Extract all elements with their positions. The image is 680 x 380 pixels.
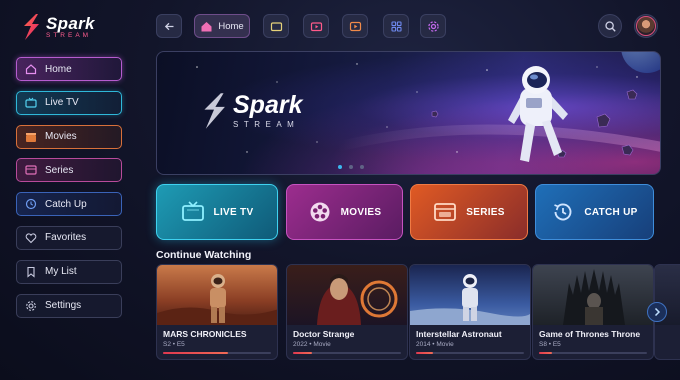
play-icon (349, 21, 361, 31)
carousel-dot[interactable] (360, 165, 364, 169)
live-tv-icon (310, 21, 322, 31)
video-button[interactable] (342, 14, 368, 38)
continue-watching-card[interactable]: MARS CHRONICLES S2 • E5 (156, 264, 278, 360)
card-meta: 2014 • Movie (416, 341, 454, 348)
settings-button[interactable] (420, 14, 446, 38)
film-reel-icon (310, 202, 330, 222)
continue-watching-card[interactable]: Doctor Strange 2022 • Movie (286, 264, 408, 360)
card-title: MARS CHRONICLES (163, 329, 247, 339)
search-icon (604, 20, 616, 32)
tv-button[interactable] (263, 14, 289, 38)
carousel-dot[interactable] (349, 165, 353, 169)
heart-icon (25, 233, 37, 244)
scroll-right-button[interactable] (647, 302, 667, 322)
spark-logo-icon (24, 14, 39, 40)
thumbnail-interstellar (410, 265, 530, 325)
category-label: LIVE TV (213, 206, 254, 218)
brand-name: Spark (46, 13, 95, 33)
spark-logo-icon (204, 93, 225, 129)
progress-fill (163, 352, 228, 354)
sidebar-item-series[interactable]: Series (16, 158, 122, 183)
bookmark-icon (27, 266, 35, 278)
tv-icon (270, 21, 282, 31)
hero-logo: Spark STREAM (199, 90, 302, 132)
settings-icon (427, 20, 439, 32)
profile-button[interactable] (634, 14, 658, 38)
sidebar-item-live-tv[interactable]: Live TV (16, 90, 122, 115)
category-movies[interactable]: MOVIES (286, 184, 403, 240)
continue-watching-heading: Continue Watching (156, 249, 252, 261)
category-label: SERIES (466, 206, 505, 218)
history-icon (25, 199, 37, 210)
brand-subtitle: STREAM (46, 31, 92, 39)
sidebar-item-movies[interactable]: Movies (16, 124, 122, 149)
card-meta: S8 • E5 (539, 341, 561, 348)
tv-icon (25, 97, 37, 108)
category-series[interactable]: SERIES (410, 184, 528, 240)
sidebar-item-catch-up[interactable]: Catch Up (16, 192, 122, 217)
card-title: Doctor Strange (293, 329, 355, 339)
top-bar: Home (156, 14, 660, 38)
clapperboard-icon (26, 132, 36, 142)
home-tab-label: Home (218, 20, 244, 32)
tv-icon (181, 201, 204, 221)
carousel-dots (338, 165, 364, 169)
continue-watching-card[interactable]: Interstellar Astronaut 2014 • Movie (409, 264, 531, 360)
category-label: MOVIES (340, 206, 382, 218)
grid-button[interactable] (383, 14, 409, 38)
sidebar-item-label: Movies (45, 131, 77, 143)
history-icon (554, 203, 572, 221)
hero-logo-name: Spark (233, 91, 303, 119)
home-icon (25, 64, 37, 75)
series-icon (25, 165, 37, 175)
card-title: Game of Thrones Throne (539, 329, 641, 339)
home-tab-button[interactable]: Home (194, 14, 250, 38)
sidebar-item-my-list[interactable]: My List (16, 259, 122, 284)
carousel-dot[interactable] (338, 165, 342, 169)
sidebar-item-label: Live TV (45, 97, 79, 109)
progress-fill (539, 352, 552, 354)
thumbnail-game-of-thrones (533, 265, 653, 325)
continue-watching-card[interactable]: Game of Thrones Throne S8 • E5 (532, 264, 654, 360)
sidebar-item-home[interactable]: Home (16, 57, 122, 81)
hero-banner[interactable]: Spark STREAM (156, 51, 661, 175)
home-icon (201, 21, 212, 31)
progress-fill (293, 352, 313, 354)
sidebar-item-label: Series (45, 164, 74, 176)
gear-icon (26, 300, 36, 311)
category-live-tv[interactable]: LIVE TV (156, 184, 278, 240)
category-label: CATCH UP (584, 206, 638, 218)
avatar (636, 16, 656, 36)
progress-track (293, 352, 401, 354)
hero-logo-subtitle: STREAM (233, 120, 300, 129)
sidebar-item-label: Home (45, 63, 72, 75)
sidebar-item-label: Settings (45, 300, 82, 312)
series-icon (434, 203, 457, 221)
progress-track (539, 352, 647, 354)
sidebar-item-settings[interactable]: Settings (16, 293, 122, 318)
thumbnail-doctor-strange (287, 265, 407, 325)
sidebar-item-label: My List (45, 266, 77, 278)
sidebar-item-label: Catch Up (45, 198, 87, 210)
thumbnail-mars (157, 265, 277, 325)
card-meta: S2 • E5 (163, 341, 185, 348)
progress-fill (416, 352, 434, 354)
progress-track (163, 352, 271, 354)
live-tv-button[interactable] (303, 14, 329, 38)
sidebar-item-favorites[interactable]: Favorites (16, 225, 122, 250)
sidebar-item-label: Favorites (45, 232, 87, 244)
app-logo: Spark STREAM (20, 12, 130, 42)
progress-track (416, 352, 524, 354)
grid-icon (390, 20, 402, 32)
sidebar: Home Live TV Movies Series Catch Up Favo… (16, 57, 122, 327)
back-arrow-icon (164, 22, 173, 30)
card-title: Interstellar Astronaut (416, 329, 502, 339)
chevron-right-icon (654, 307, 661, 317)
category-catch-up[interactable]: CATCH UP (535, 184, 654, 240)
search-button[interactable] (598, 14, 622, 38)
card-meta: 2022 • Movie (293, 341, 331, 348)
back-button[interactable] (156, 14, 182, 38)
